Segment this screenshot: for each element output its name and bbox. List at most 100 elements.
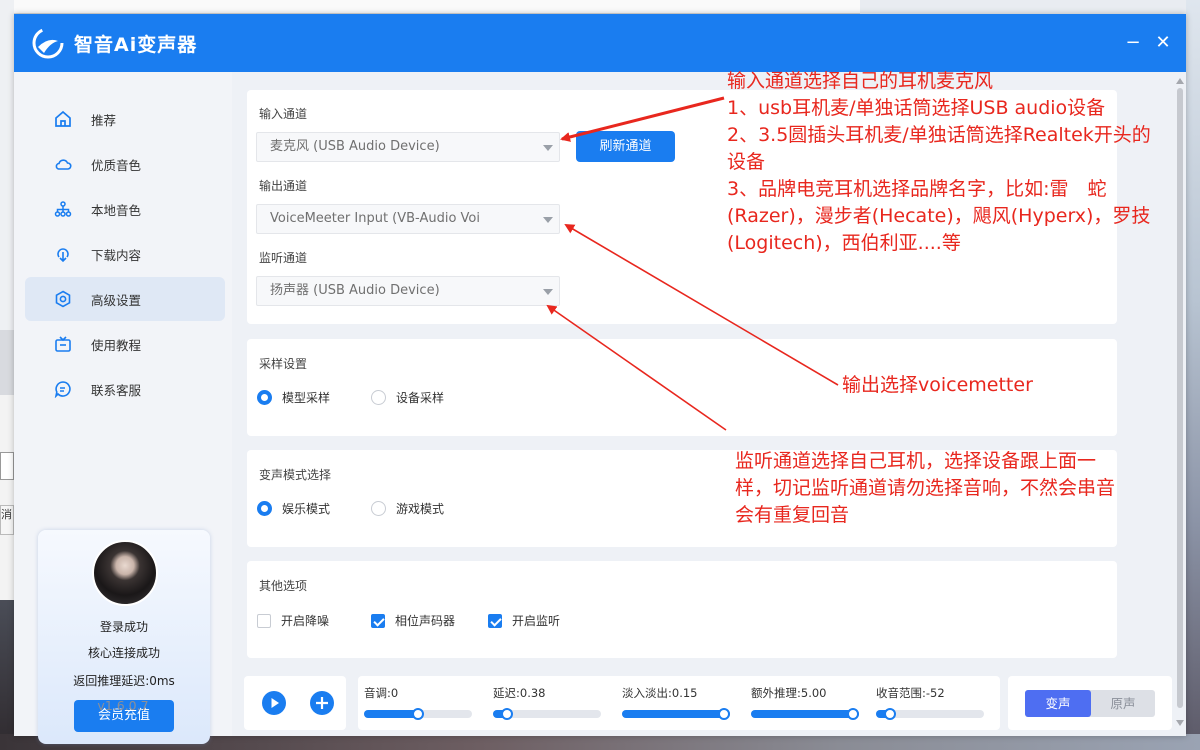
core-status: 核心连接成功 — [87, 646, 160, 660]
slider-track[interactable] — [493, 708, 601, 720]
extra-inference-slider[interactable]: 额外推理:5.00 — [745, 676, 859, 730]
checkbox-label: 开启降噪 — [281, 614, 330, 628]
sidebar-item-recommend[interactable]: 推荐 — [25, 97, 225, 141]
sidebar-item-advanced-settings[interactable]: 高级设置 — [25, 277, 225, 321]
mode-title: 变声模式选择 — [259, 468, 332, 482]
radio-model-sampling[interactable]: 模型采样 — [257, 389, 330, 406]
radio-dot — [371, 390, 386, 405]
desktop-background-right — [1186, 0, 1200, 750]
add-button[interactable] — [310, 691, 334, 715]
annotation-input-note: 输入通道选择自己的耳机麦克风 1、usb耳机麦/单独话筒选择USB audio设… — [727, 68, 1151, 257]
checkbox-label: 相位声码器 — [395, 614, 456, 628]
login-status: 登录成功 — [99, 620, 148, 634]
pitch-slider[interactable]: 音调:0 — [358, 676, 472, 730]
input-channel-value: 麦克风 (USB Audio Device) — [270, 139, 440, 154]
checkbox-noise-reduction[interactable]: 开启降噪 — [257, 612, 329, 629]
radio-label: 游戏模式 — [396, 502, 445, 516]
original-voice-button[interactable]: 原声 — [1091, 690, 1155, 717]
slider-knob[interactable] — [884, 708, 897, 720]
slider-label: 淡入淡出:0.15 — [622, 686, 698, 700]
annotation-line: 会有重复回音 — [735, 504, 850, 526]
sitemap-icon — [53, 199, 73, 219]
radio-dot — [257, 390, 272, 405]
annotation-line: 2、3.5圆插头耳机麦/单独话筒选择Realtek开头的 — [727, 124, 1151, 146]
pickup-range-slider[interactable]: 收音范围:-52 — [870, 676, 984, 730]
radio-game-mode[interactable]: 游戏模式 — [371, 500, 444, 517]
sidebar-item-support[interactable]: 联系客服 — [25, 367, 225, 411]
scroll-up-icon[interactable] — [1176, 78, 1184, 84]
annotation-monitor-note: 监听通道选择自己耳机，选择设备跟上面一 样，切记监听通道请勿选择音响，不然会串音… — [735, 448, 1115, 529]
slider-knob[interactable] — [412, 708, 424, 720]
chevron-down-icon — [543, 217, 553, 223]
radio-dot — [257, 501, 272, 516]
checkbox-enable-monitor[interactable]: 开启监听 — [488, 612, 560, 629]
output-channel-select[interactable]: VoiceMeeter Input (VB-Audio Voi — [256, 204, 560, 234]
radio-device-sampling[interactable]: 设备采样 — [371, 389, 444, 406]
slider-knob[interactable] — [501, 708, 514, 720]
scrollbar[interactable] — [1176, 78, 1184, 730]
sidebar-item-tutorial[interactable]: 使用教程 — [25, 322, 225, 366]
slider-track[interactable] — [364, 708, 472, 720]
sidebar-item-label: 推荐 — [91, 112, 117, 128]
slider-bar: 音调:0 延迟:0.38 淡入淡出:0.15 额外推理:5.00 收音范围:-5… — [358, 676, 1000, 730]
sidebar-item-label: 本地音色 — [91, 202, 142, 218]
chevron-down-icon — [543, 145, 553, 151]
sidebar-item-local-voices[interactable]: 本地音色 — [25, 187, 225, 231]
monitor-channel-value: 扬声器 (USB Audio Device) — [270, 283, 440, 298]
slider-fill — [622, 710, 730, 718]
annotation-output-note: 输出选择voicemetter — [842, 374, 1033, 396]
annotation-line: 设备 — [727, 151, 766, 173]
slider-track[interactable] — [751, 708, 859, 720]
voice-toggle-panel: 变声 原声 — [1008, 676, 1172, 730]
sidebar-item-label: 高级设置 — [91, 292, 142, 308]
slider-track[interactable] — [622, 708, 730, 720]
close-button[interactable]: ✕ — [1152, 32, 1174, 54]
sidebar-item-label: 下载内容 — [91, 247, 142, 263]
monitor-channel-select[interactable]: 扬声器 (USB Audio Device) — [256, 276, 560, 306]
slider-track[interactable] — [876, 708, 984, 720]
voice-change-on-button[interactable]: 变声 — [1025, 690, 1091, 717]
slider-label: 音调:0 — [364, 686, 399, 700]
chat-icon — [53, 379, 73, 399]
title-bar[interactable]: 智音Ai变声器 − ✕ — [14, 14, 1186, 72]
app-logo-icon — [32, 27, 64, 59]
slider-knob[interactable] — [846, 708, 859, 720]
background-text-snippet: 消 — [1, 508, 12, 521]
tv-icon — [53, 334, 73, 354]
desktop-background-left — [0, 0, 14, 750]
avatar — [92, 540, 158, 606]
slider-knob[interactable] — [717, 708, 730, 720]
radio-entertainment-mode[interactable]: 娱乐模式 — [257, 500, 330, 517]
fade-slider[interactable]: 淡入淡出:0.15 — [616, 676, 730, 730]
checkbox-phase-vocoder[interactable]: 相位声码器 — [371, 612, 455, 629]
input-channel-label: 输入通道 — [259, 107, 308, 121]
other-options-title: 其他选项 — [259, 579, 308, 593]
settings-icon — [53, 289, 73, 309]
slider-label: 收音范围:-52 — [876, 686, 945, 700]
annotation-line: 1、usb耳机麦/单独话筒选择USB audio设备 — [727, 97, 1106, 119]
annotation-line: 输入通道选择自己的耳机麦克风 — [727, 70, 994, 92]
slider-fill — [364, 710, 418, 718]
radio-dot — [371, 501, 386, 516]
output-channel-label: 输出通道 — [259, 179, 308, 193]
refresh-channels-button[interactable]: 刷新通道 — [576, 131, 675, 162]
sidebar-item-label: 优质音色 — [91, 157, 142, 173]
cloud-icon — [53, 154, 73, 174]
radio-label: 设备采样 — [396, 391, 445, 405]
sampling-title: 采样设置 — [259, 357, 308, 371]
sidebar-item-label: 使用教程 — [91, 337, 142, 353]
sidebar-item-label: 联系客服 — [91, 382, 142, 398]
app-title: 智音Ai变声器 — [74, 34, 198, 56]
play-button[interactable] — [262, 691, 286, 715]
scroll-down-icon[interactable] — [1176, 720, 1184, 726]
slider-fill — [751, 710, 859, 718]
delay-slider[interactable]: 延迟:0.38 — [487, 676, 601, 730]
radio-label: 娱乐模式 — [282, 502, 331, 516]
sidebar-item-premium-voices[interactable]: 优质音色 — [25, 142, 225, 186]
sidebar-item-downloads[interactable]: 下载内容 — [25, 232, 225, 276]
annotation-line: 样，切记监听通道请勿选择音响，不然会串音 — [735, 477, 1116, 499]
voice-toggle[interactable]: 变声 原声 — [1025, 690, 1155, 717]
minimize-button[interactable]: − — [1122, 32, 1144, 54]
input-channel-select[interactable]: 麦克风 (USB Audio Device) — [256, 132, 560, 162]
scroll-thumb[interactable] — [1177, 88, 1183, 708]
